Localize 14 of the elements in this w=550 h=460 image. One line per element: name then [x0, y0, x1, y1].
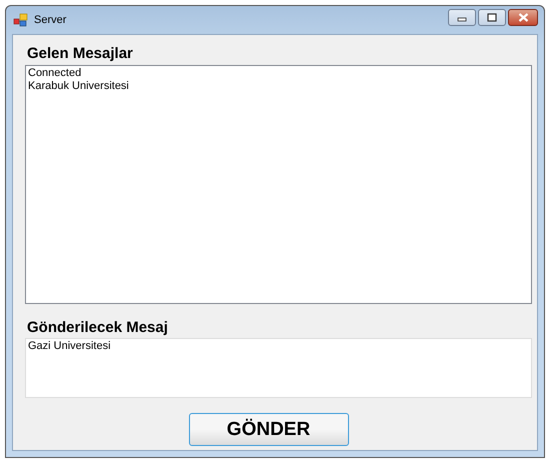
app-icon: [13, 12, 29, 28]
minimize-button[interactable]: [448, 9, 476, 26]
message-line: Karabuk Universitesi: [28, 80, 130, 93]
incoming-messages-list[interactable]: Connected Karabuk Universitesi: [25, 65, 532, 304]
window-title: Server: [34, 14, 66, 26]
maximize-icon: [487, 13, 497, 22]
message-line: Connected: [28, 67, 82, 80]
message-input-field[interactable]: Gazi Universitesi: [25, 338, 532, 398]
incoming-messages-label: Gelen Mesajlar: [27, 45, 134, 62]
close-button[interactable]: [508, 9, 538, 26]
outgoing-message-label: Gönderilecek Mesaj: [27, 319, 169, 336]
send-button[interactable]: GÖNDER: [188, 413, 348, 446]
close-icon: [518, 13, 528, 22]
maximize-button[interactable]: [478, 9, 506, 26]
